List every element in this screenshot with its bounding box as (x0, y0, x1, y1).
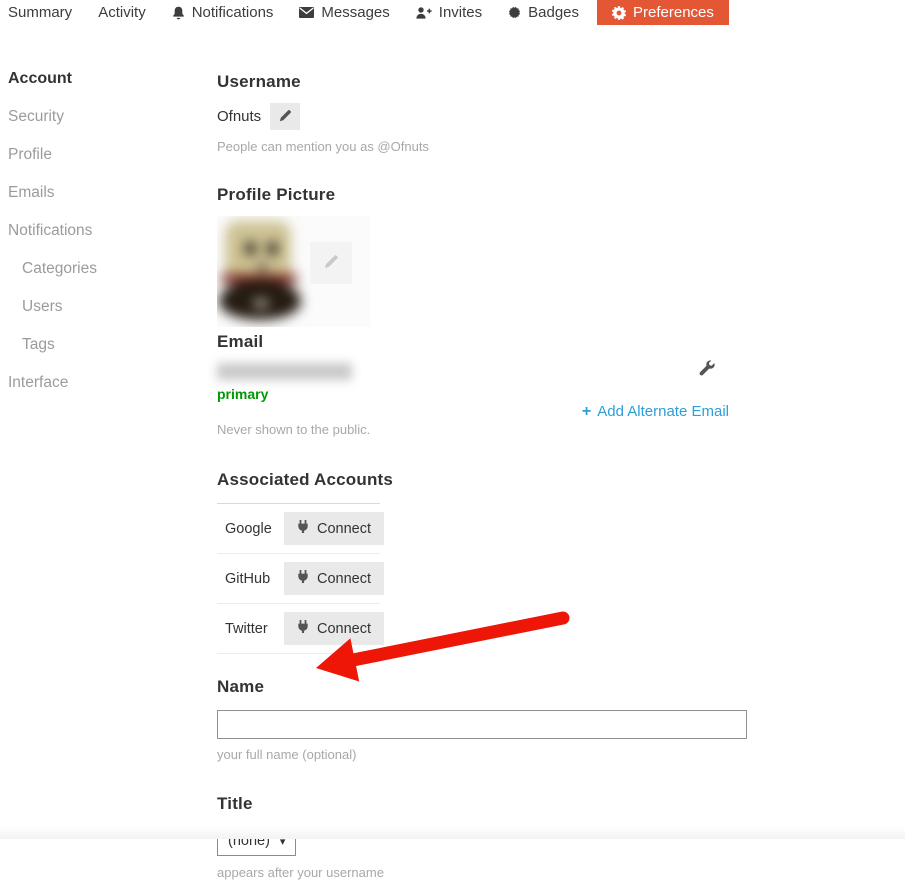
settings-sidebar: Account Security Profile Emails Notifica… (0, 25, 217, 880)
name-section: Name your full name (optional) (217, 677, 757, 762)
edit-username-button[interactable] (270, 103, 301, 130)
title-hint: appears after your username (217, 865, 384, 880)
name-input[interactable] (217, 710, 747, 739)
connect-github-button[interactable]: Connect (284, 562, 385, 595)
connect-button-label: Connect (317, 570, 372, 587)
footer-band (0, 826, 905, 839)
tab-summary-label: Summary (8, 4, 73, 21)
tab-invites[interactable]: Invites (403, 0, 495, 25)
tab-messages-label: Messages (321, 4, 390, 21)
table-row: Google Connect (217, 504, 385, 554)
plus-icon: + (581, 402, 592, 420)
pencil-icon (324, 254, 339, 272)
username-value: Ofnuts (217, 108, 262, 125)
tab-notifications-label: Notifications (191, 4, 274, 21)
profile-picture-section: Profile Picture (217, 185, 757, 327)
connect-twitter-button[interactable]: Connect (284, 612, 385, 645)
bell-icon (172, 6, 185, 20)
name-heading: Name (217, 677, 265, 696)
email-instructions: Never shown to the public. (217, 422, 371, 437)
provider-github-label: GitHub (225, 570, 271, 587)
tab-summary[interactable]: Summary (0, 0, 85, 25)
envelope-icon (299, 7, 315, 18)
tab-activity-label: Activity (98, 4, 146, 21)
tab-badges-label: Badges (528, 4, 580, 21)
tab-preferences-label: Preferences (633, 4, 714, 21)
avatar (217, 216, 370, 327)
tab-badges[interactable]: Badges (495, 0, 592, 25)
name-hint: your full name (optional) (217, 747, 357, 762)
sidebar-item-interface[interactable]: Interface (8, 372, 217, 394)
connect-button-label: Connect (317, 520, 372, 537)
plug-icon (297, 570, 309, 587)
pencil-icon (279, 109, 292, 125)
email-address-redacted (217, 363, 352, 380)
edit-avatar-button[interactable] (310, 242, 352, 284)
username-instructions: People can mention you as @Ofnuts (217, 139, 429, 154)
table-row: Twitter Connect (217, 604, 385, 654)
profile-picture-heading: Profile Picture (217, 185, 336, 204)
wrench-icon (699, 360, 715, 379)
connect-google-button[interactable]: Connect (284, 512, 385, 545)
sidebar-item-tags[interactable]: Tags (8, 334, 217, 356)
gear-icon (612, 5, 627, 20)
username-heading: Username (217, 72, 301, 91)
plug-icon (297, 620, 309, 637)
sidebar-item-account[interactable]: Account (8, 68, 217, 90)
sidebar-item-emails[interactable]: Emails (8, 182, 217, 204)
associated-accounts-heading: Associated Accounts (217, 470, 394, 489)
username-section: Username Ofnuts People can mention you a… (217, 72, 757, 154)
sidebar-item-users[interactable]: Users (8, 296, 217, 318)
associated-accounts-section: Associated Accounts Google Connect GitHu… (217, 470, 757, 654)
associated-accounts-table: Google Connect GitHub Connect Twitter Co… (217, 503, 385, 654)
sidebar-item-profile[interactable]: Profile (8, 144, 217, 166)
provider-twitter-label: Twitter (225, 620, 268, 637)
preferences-page: Summary Activity Notifications Messages … (0, 0, 905, 880)
user-plus-icon (416, 6, 432, 19)
plug-icon (297, 520, 309, 537)
tab-activity[interactable]: Activity (85, 0, 159, 25)
tab-messages[interactable]: Messages (286, 0, 402, 25)
table-row: GitHub Connect (217, 554, 385, 604)
tab-invites-label: Invites (438, 4, 483, 21)
connect-button-label: Connect (317, 620, 372, 637)
add-alternate-email-link[interactable]: + Add Alternate Email (582, 403, 729, 420)
sidebar-item-categories[interactable]: Categories (8, 258, 217, 280)
title-heading: Title (217, 794, 253, 813)
tab-preferences[interactable]: Preferences (597, 0, 729, 25)
sidebar-item-security[interactable]: Security (8, 106, 217, 128)
add-alternate-email-label: Add Alternate Email (597, 403, 729, 420)
manage-email-button[interactable] (699, 360, 715, 379)
certificate-icon (508, 6, 521, 19)
user-nav: Summary Activity Notifications Messages … (0, 0, 905, 25)
account-settings-panel: Username Ofnuts People can mention you a… (217, 25, 757, 880)
sidebar-item-notifications[interactable]: Notifications (8, 220, 217, 242)
provider-google-label: Google (225, 520, 272, 537)
tab-notifications[interactable]: Notifications (159, 0, 287, 25)
email-section: Email primary Never shown to the public.… (217, 332, 757, 437)
